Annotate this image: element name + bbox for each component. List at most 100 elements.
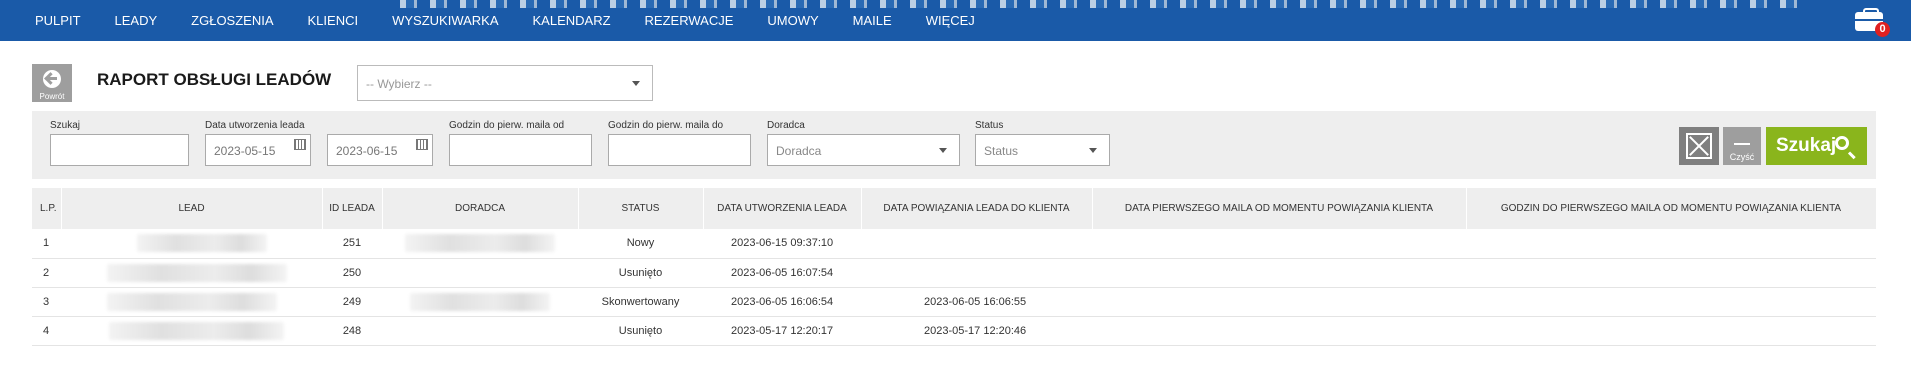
- cell-advisor-redacted: [382, 258, 578, 287]
- clear-button-label: Czyść: [1729, 152, 1755, 162]
- arrow-left-icon: [43, 70, 61, 88]
- back-button[interactable]: Powrót: [32, 64, 72, 102]
- minus-icon: [1734, 143, 1750, 145]
- status-select[interactable]: Status: [975, 134, 1110, 166]
- cell-lead-redacted: [61, 229, 322, 258]
- chevron-down-icon: [1089, 148, 1097, 153]
- cell-lead-id: 249: [342, 295, 362, 308]
- cell-hours-to-first-mail: [1466, 287, 1876, 316]
- top-navigation-bar: PULPIT LEADY ZGŁOSZENIA KLIENCI WYSZUKIW…: [0, 0, 1911, 41]
- cell-status: Skonwertowany: [601, 295, 680, 308]
- cell-created-date: 2023-06-05 16:06:54: [731, 295, 834, 308]
- nav-item-umowy[interactable]: UMOWY: [750, 13, 835, 28]
- nav-item-kalendarz[interactable]: KALENDARZ: [516, 13, 628, 28]
- column-header-first-mail-date[interactable]: DATA PIERWSZEGO MAILA OD MOMENTU POWIĄZA…: [1092, 188, 1467, 229]
- redacted-text: [405, 234, 555, 253]
- search-button[interactable]: Szukaj: [1766, 127, 1867, 165]
- cell-status: Usunięto: [618, 266, 663, 279]
- cell-lead-id: 250: [342, 266, 362, 279]
- advisor-select[interactable]: Doradca: [767, 134, 960, 166]
- cell-lead-redacted: [61, 258, 322, 287]
- main-nav: PULPIT LEADY ZGŁOSZENIA KLIENCI WYSZUKIW…: [18, 0, 992, 41]
- briefcase-icon[interactable]: 0: [1853, 6, 1890, 38]
- nav-item-wiecej[interactable]: WIĘCEJ: [909, 13, 992, 28]
- hours-from-label: Godzin do pierw. maila od: [449, 120, 565, 131]
- nav-item-klienci[interactable]: KLIENCI: [291, 13, 376, 28]
- chevron-down-icon: [939, 148, 947, 153]
- hours-to-input[interactable]: [608, 134, 751, 166]
- search-input[interactable]: [50, 134, 189, 166]
- date-to-input[interactable]: 2023-06-15: [327, 134, 433, 166]
- table-row[interactable]: 2 250 Usunięto 2023-06-05 16:07:54: [32, 258, 1876, 287]
- date-to-value: 2023-06-15: [336, 144, 398, 158]
- cell-lead-redacted: [61, 316, 322, 345]
- column-header-created-date[interactable]: DATA UTWORZENIA LEADA: [703, 188, 862, 229]
- report-select[interactable]: -- Wybierz --: [357, 65, 653, 101]
- column-header-hours-to-first-mail[interactable]: GODZIN DO PIERWSZEGO MAILA OD MOMENTU PO…: [1466, 188, 1877, 229]
- search-label: Szukaj: [50, 120, 81, 131]
- nav-item-maile[interactable]: MAILE: [836, 13, 909, 28]
- search-icon: [1835, 136, 1849, 150]
- table-row[interactable]: 3 249 Skonwertowany 2023-06-05 16:06:54 …: [32, 287, 1876, 316]
- nav-item-wyszukiwarka[interactable]: WYSZUKIWARKA: [375, 13, 515, 28]
- redacted-text: [136, 234, 267, 253]
- column-header-lead-id[interactable]: ID LEADA: [322, 188, 383, 229]
- hours-to-label: Godzin do pierw. maila do: [608, 120, 724, 131]
- cell-lead-id: 251: [342, 237, 362, 250]
- table-row[interactable]: 4 248 Usunięto 2023-05-17 12:20:17 2023-…: [32, 316, 1876, 345]
- column-header-status[interactable]: STATUS: [578, 188, 704, 229]
- cell-linked-date: 2023-05-17 12:20:46: [924, 324, 1027, 337]
- cell-hours-to-first-mail: [1466, 258, 1876, 287]
- cell-lp: 2: [43, 266, 50, 279]
- cell-created-date: 2023-06-05 16:07:54: [731, 266, 834, 279]
- advisor-select-value: Doradca: [776, 144, 822, 158]
- table-row[interactable]: 1 251 Nowy 2023-06-15 09:37:10: [32, 229, 1876, 258]
- cell-hours-to-first-mail: [1466, 316, 1876, 345]
- cell-first-mail-date: [1092, 287, 1466, 316]
- advisor-label: Doradca: [767, 120, 805, 131]
- cell-lp: 3: [43, 295, 50, 308]
- page-title: RAPORT OBSŁUGI LEADÓW: [97, 70, 332, 89]
- column-header-advisor[interactable]: DORADCA: [382, 188, 579, 229]
- back-button-label: Powrót: [39, 92, 65, 101]
- reset-filters-button[interactable]: [1679, 127, 1719, 165]
- column-header-lp[interactable]: L.P.: [32, 188, 62, 229]
- cell-created-date: 2023-05-17 12:20:17: [731, 324, 834, 337]
- search-button-label: Szukaj: [1776, 135, 1837, 156]
- cell-first-mail-date: [1092, 316, 1466, 345]
- hours-from-input[interactable]: [449, 134, 592, 166]
- cell-hours-to-first-mail: [1466, 229, 1876, 258]
- cell-linked-date: 2023-06-05 16:06:55: [924, 295, 1027, 308]
- cell-lp: 1: [43, 237, 50, 250]
- cell-first-mail-date: [1092, 258, 1466, 287]
- cell-status: Nowy: [626, 237, 655, 250]
- cell-advisor-redacted: [382, 229, 578, 258]
- nav-item-rezerwacje[interactable]: REZERWACJE: [628, 13, 751, 28]
- status-label: Status: [975, 120, 1004, 131]
- calendar-icon[interactable]: [294, 139, 306, 150]
- column-header-linked-date[interactable]: DATA POWIĄZANIA LEADA DO KLIENTA: [861, 188, 1093, 229]
- nav-item-zgloszenia[interactable]: ZGŁOSZENIA: [174, 13, 290, 28]
- briefcase-stripe: [1855, 19, 1883, 21]
- nav-item-leady[interactable]: LEADY: [98, 13, 175, 28]
- cell-linked-date: [861, 229, 1092, 258]
- created-date-label: Data utworzenia leada: [205, 120, 305, 131]
- report-select-placeholder: -- Wybierz --: [366, 77, 432, 91]
- cell-lp: 4: [43, 324, 50, 337]
- leads-report-table: L.P. LEAD ID LEADA DORADCA STATUS DATA U…: [32, 188, 1877, 346]
- chevron-down-icon: [632, 81, 640, 86]
- cell-lead-redacted: [61, 287, 322, 316]
- status-select-value: Status: [984, 144, 1019, 158]
- notification-badge: 0: [1875, 22, 1890, 37]
- calendar-icon[interactable]: [416, 139, 428, 150]
- cell-status: Usunięto: [618, 324, 663, 337]
- cell-lead-id: 248: [342, 324, 362, 337]
- clear-button[interactable]: Czyść: [1723, 127, 1761, 165]
- cell-first-mail-date: [1092, 229, 1466, 258]
- column-header-lead[interactable]: LEAD: [61, 188, 323, 229]
- redacted-text: [106, 292, 277, 311]
- date-from-value: 2023-05-15: [214, 144, 276, 158]
- cell-linked-date: [861, 258, 1092, 287]
- date-from-input[interactable]: 2023-05-15: [205, 134, 311, 166]
- nav-item-pulpit[interactable]: PULPIT: [18, 13, 98, 28]
